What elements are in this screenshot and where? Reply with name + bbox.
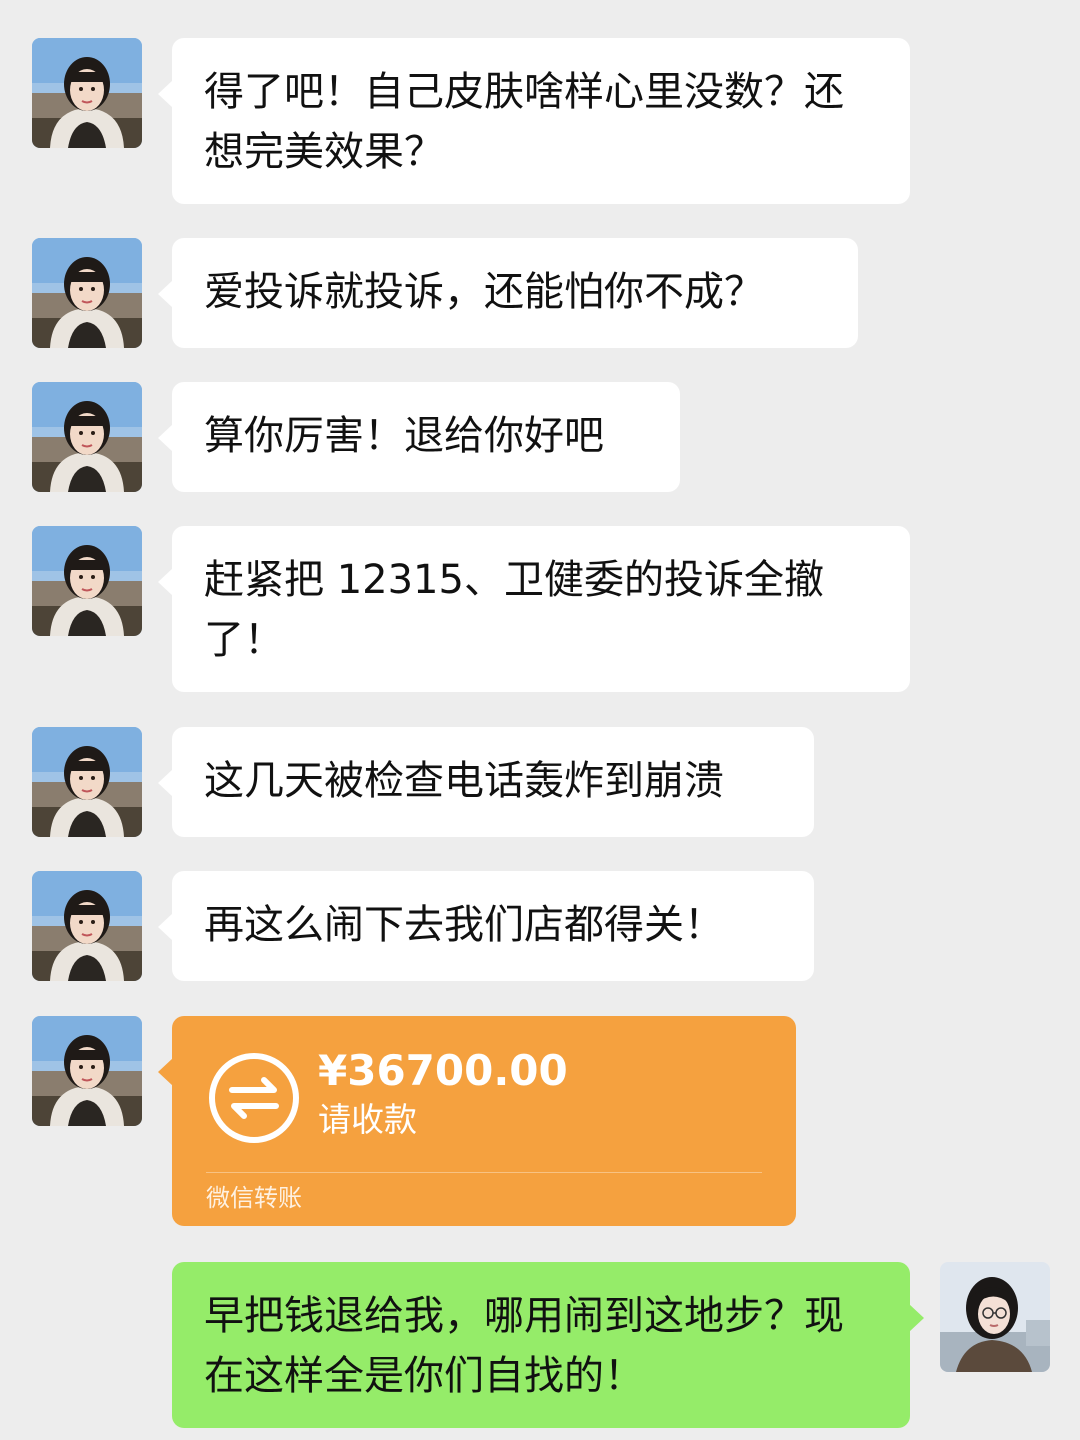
contact-avatar[interactable]	[32, 871, 142, 981]
transfer-status: 请收款	[318, 1100, 417, 1139]
message-bubble[interactable]: 这几天被检查电话轰炸到崩溃	[158, 727, 814, 837]
message-row: 这几天被检查电话轰炸到崩溃	[0, 727, 1080, 837]
message-row: 再这么闹下去我们店都得关！	[0, 871, 1080, 981]
contact-avatar[interactable]	[32, 38, 142, 148]
message-bubble[interactable]: 早把钱退给我，哪用闹到这地步？现在这样全是你们自找的！	[172, 1262, 924, 1428]
contact-avatar[interactable]	[32, 382, 142, 492]
message-row: 赶紧把 12315、卫健委的投诉全撤了！	[0, 526, 1080, 692]
transfer-arrows-icon	[208, 1052, 300, 1144]
contact-avatar[interactable]	[32, 238, 142, 348]
message-bubble[interactable]: 赶紧把 12315、卫健委的投诉全撤了！	[158, 526, 910, 692]
message-text: 算你厉害！退给你好吧	[204, 413, 604, 459]
message-bubble[interactable]: 再这么闹下去我们店都得关！	[158, 871, 814, 981]
contact-avatar[interactable]	[32, 526, 142, 636]
message-row: 爱投诉就投诉，还能怕你不成？	[0, 238, 1080, 348]
message-row: 算你厉害！退给你好吧	[0, 382, 1080, 492]
user-avatar[interactable]	[940, 1262, 1050, 1372]
message-text: 赶紧把 12315、卫健委的投诉全撤了！	[204, 557, 824, 663]
transfer-label: 微信转账	[206, 1184, 302, 1212]
transfer-card[interactable]: ¥36700.00 请收款 微信转账	[158, 1016, 796, 1226]
transfer-amount: ¥36700.00	[318, 1046, 568, 1095]
message-bubble[interactable]: 得了吧！自己皮肤啥样心里没数？还想完美效果？	[158, 38, 910, 204]
message-bubble[interactable]: 爱投诉就投诉，还能怕你不成？	[158, 238, 858, 348]
message-text: 这几天被检查电话轰炸到崩溃	[204, 758, 724, 804]
message-bubble[interactable]: 算你厉害！退给你好吧	[158, 382, 680, 492]
contact-avatar[interactable]	[32, 1016, 142, 1126]
message-text: 得了吧！自己皮肤啥样心里没数？还想完美效果？	[204, 69, 844, 175]
contact-avatar[interactable]	[32, 727, 142, 837]
divider	[206, 1172, 762, 1173]
message-text: 爱投诉就投诉，还能怕你不成？	[204, 269, 764, 315]
message-text: 早把钱退给我，哪用闹到这地步？现在这样全是你们自找的！	[204, 1293, 844, 1399]
message-text: 再这么闹下去我们店都得关！	[204, 902, 724, 948]
message-row: 得了吧！自己皮肤啥样心里没数？还想完美效果？	[0, 38, 1080, 204]
message-row: 早把钱退给我，哪用闹到这地步？现在这样全是你们自找的！	[0, 1262, 1080, 1428]
message-row: ¥36700.00 请收款 微信转账	[0, 1016, 1080, 1226]
